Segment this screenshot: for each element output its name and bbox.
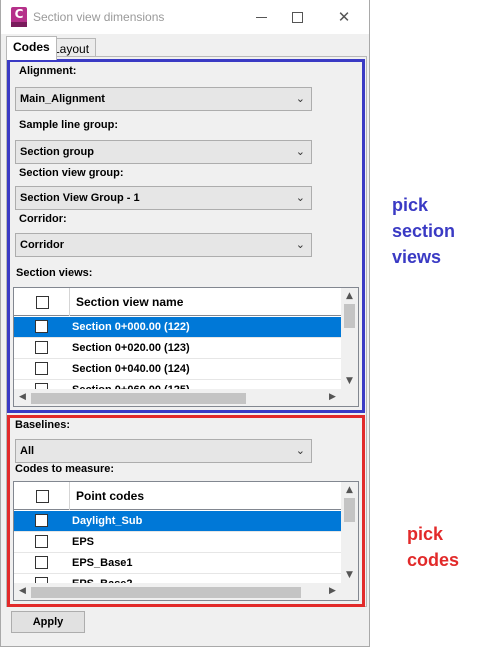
note-line: views	[392, 247, 442, 267]
window-title: Section view dimensions	[33, 10, 165, 24]
note-line: section	[392, 221, 456, 241]
codes-highlight-box	[7, 415, 365, 607]
minimize-button[interactable]	[248, 4, 274, 30]
maximize-icon	[291, 12, 303, 23]
pick-section-views-note: pick section views	[392, 192, 455, 270]
minimize-icon	[255, 17, 267, 18]
title-bar[interactable]: C Section view dimensions ✕	[1, 0, 369, 34]
note-line: pick	[392, 195, 429, 215]
tab-codes[interactable]: Codes	[6, 36, 57, 60]
maximize-button[interactable]	[284, 4, 310, 30]
apply-button[interactable]: Apply	[11, 611, 85, 633]
section-views-highlight-box	[7, 59, 365, 413]
civil3d-app-icon: C	[11, 7, 27, 27]
close-icon: ✕	[337, 8, 351, 26]
note-line: codes	[407, 550, 460, 570]
pick-codes-note: pick codes	[407, 521, 459, 573]
close-button[interactable]: ✕	[331, 4, 357, 30]
note-line: pick	[407, 524, 444, 544]
